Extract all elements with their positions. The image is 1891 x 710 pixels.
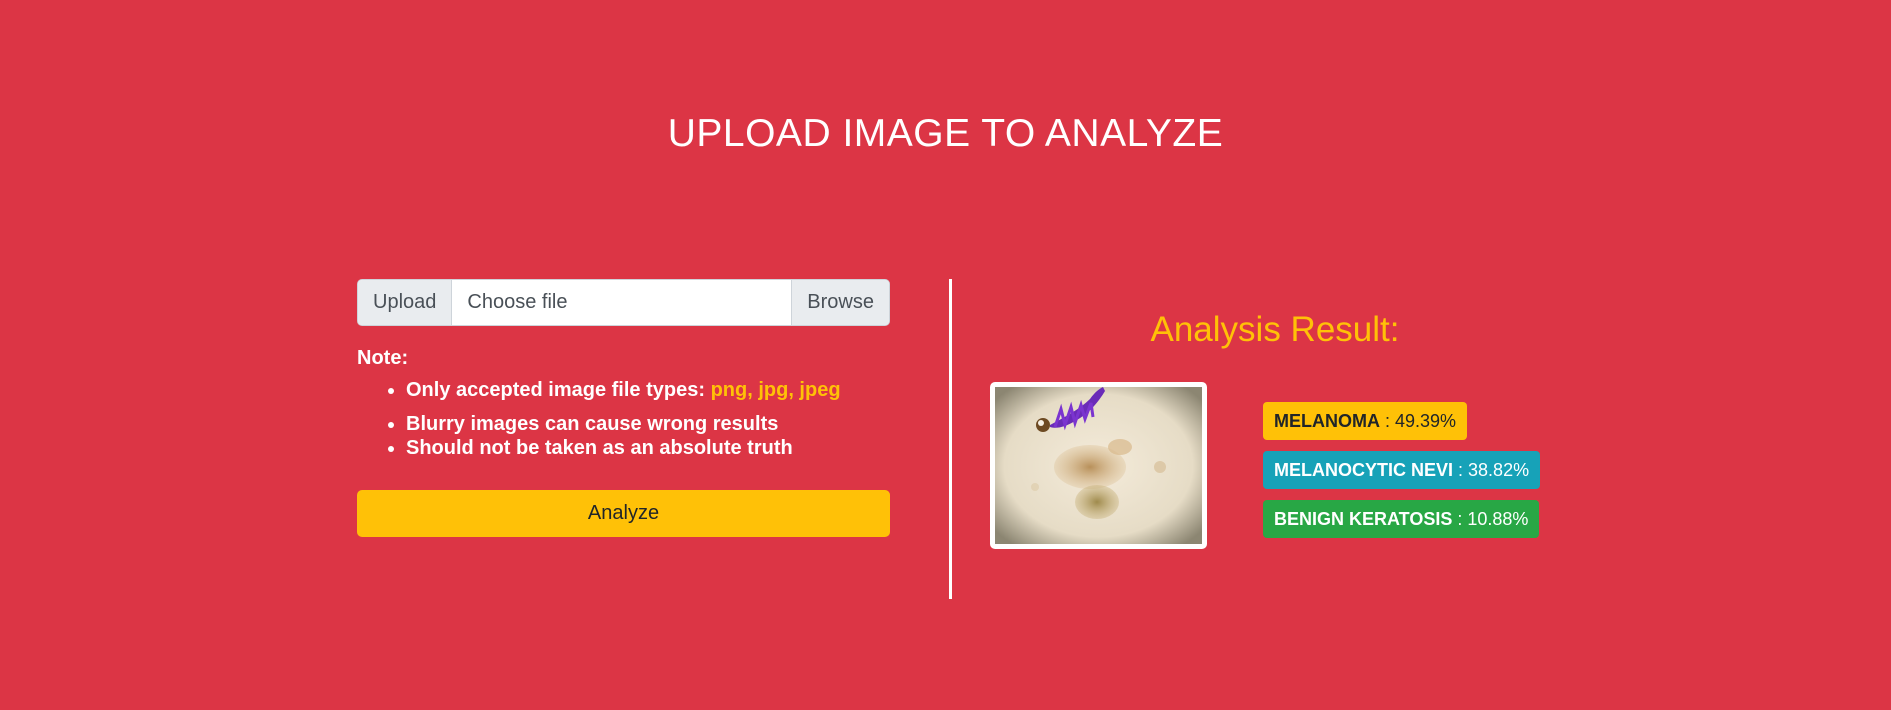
- file-input[interactable]: Choose file: [452, 280, 792, 325]
- prediction-badge-melanoma: MELANOMA : 49.39%: [1263, 402, 1468, 440]
- separator: :: [1452, 509, 1468, 529]
- upload-prefix-label: Upload: [358, 280, 453, 325]
- note-heading: Note:: [357, 347, 409, 369]
- note-list: Only accepted image file types: png, jpg…: [357, 378, 890, 460]
- upload-panel: Upload Choose file Browse Note: Only acc…: [357, 279, 890, 537]
- page-title: UPLOAD IMAGE TO ANALYZE: [667, 112, 1224, 155]
- column-divider: [949, 279, 952, 599]
- prediction-label: MELANOCYTIC NEVI: [1274, 460, 1454, 480]
- accepted-types: png, jpg, jpeg: [710, 379, 841, 401]
- prediction-badge-melanocytic-nevi: MELANOCYTIC NEVI : 38.82%: [1263, 451, 1541, 489]
- prediction-label: BENIGN KERATOSIS: [1274, 509, 1453, 529]
- page: UPLOAD IMAGE TO ANALYZE Upload Choose fi…: [0, 0, 1891, 710]
- prediction-row: MELANOCYTIC NEVI : 38.82%: [1263, 451, 1541, 500]
- browse-button[interactable]: Browse: [791, 280, 889, 325]
- separator: :: [1380, 411, 1396, 431]
- prediction-value: 10.88%: [1467, 509, 1529, 529]
- prediction-list: MELANOMA : 49.39% MELANOCYTIC NEVI : 38.…: [1263, 402, 1541, 549]
- note-item-disclaimer: Should not be taken as an absolute truth: [406, 436, 890, 460]
- uploaded-image-thumbnail: [990, 382, 1207, 549]
- file-upload-group[interactable]: Upload Choose file Browse: [357, 279, 890, 326]
- prediction-value: 38.82%: [1468, 460, 1530, 480]
- skin-lesion-image: [995, 387, 1202, 544]
- prediction-row: BENIGN KERATOSIS : 10.88%: [1263, 500, 1540, 549]
- prediction-value: 49.39%: [1395, 411, 1457, 431]
- analyze-button[interactable]: Analyze: [357, 490, 890, 537]
- prediction-label: MELANOMA: [1274, 411, 1380, 431]
- note-item-blurry: Blurry images can cause wrong results: [406, 412, 890, 436]
- note-item-file-types: Only accepted image file types: png, jpg…: [406, 378, 890, 402]
- prediction-badge-benign-keratosis: BENIGN KERATOSIS : 10.88%: [1263, 500, 1540, 538]
- separator: :: [1453, 460, 1469, 480]
- note-item-text: Only accepted image file types:: [406, 379, 705, 401]
- result-title: Analysis Result:: [1150, 310, 1400, 349]
- prediction-row: MELANOMA : 49.39%: [1263, 402, 1540, 451]
